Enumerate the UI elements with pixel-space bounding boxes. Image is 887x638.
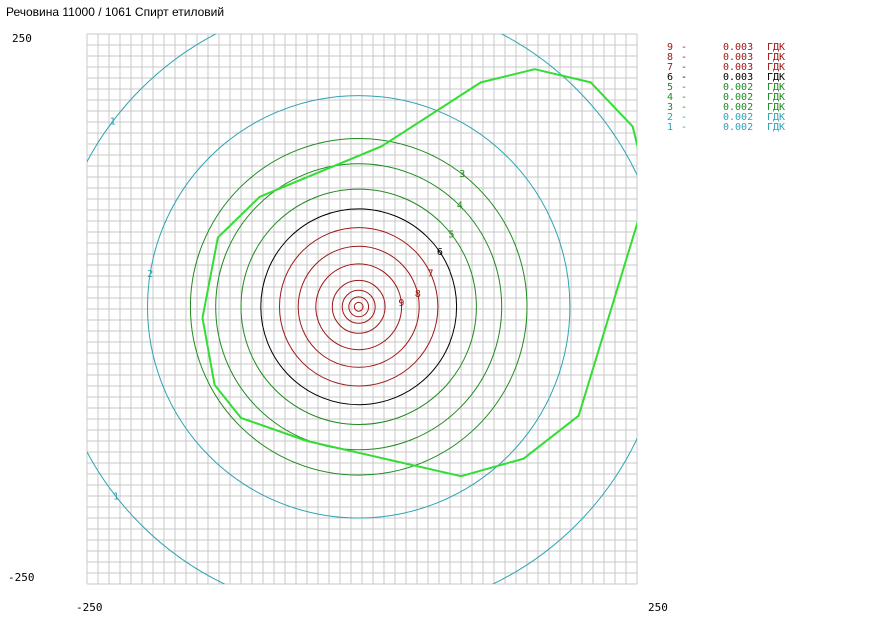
contour-label-1-secondary: 1: [113, 491, 119, 502]
contour-label-8: 8: [415, 289, 421, 300]
contour-label-2: 2: [147, 269, 153, 280]
legend-unit: ГДК: [767, 122, 786, 133]
legend-dash: -: [681, 62, 688, 73]
legend-dash: -: [681, 122, 688, 133]
inner-contour-ring: [341, 289, 376, 324]
contour-label-9: 9: [398, 298, 404, 309]
contour-label-7: 7: [427, 268, 433, 279]
inner-contour-ring: [348, 296, 370, 318]
legend-dash: -: [681, 72, 688, 83]
contour-lines: [87, 34, 637, 584]
contour-level-2: [147, 95, 571, 519]
contour-level-5: [240, 188, 477, 425]
legend-dash: -: [681, 102, 688, 113]
contour-level-7: [279, 227, 439, 387]
contour-label-3: 3: [459, 169, 465, 180]
legend-dash: -: [681, 42, 688, 53]
legend-dash: -: [681, 52, 688, 63]
legend-item: 1- 0.002 ГДК: [667, 123, 785, 133]
legend-level: 1: [667, 122, 674, 133]
legend-value: 0.002: [723, 122, 754, 133]
boundary-layer: [201, 68, 637, 478]
legend-dash: -: [681, 82, 688, 93]
contour-label-5: 5: [448, 229, 454, 240]
legend-dash: -: [681, 92, 688, 103]
boundary-polygon: [201, 68, 637, 478]
contour-level-1: [87, 34, 637, 584]
legend: 9-0.003 ГДК 8-0.003 ГДК 7-0.003 ГДК 6-0.003 ГДК…: [667, 43, 785, 133]
contour-label-4: 4: [457, 201, 463, 212]
contour-label-1: 1: [110, 116, 116, 127]
contour-label-6: 6: [437, 247, 443, 258]
legend-dash: -: [681, 112, 688, 123]
